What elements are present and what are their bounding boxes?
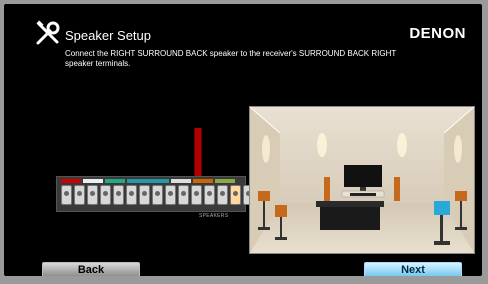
speaker-terminal	[152, 185, 163, 205]
speaker-terminal	[87, 185, 98, 205]
receiver-back-panel: SPEAKERS	[56, 176, 267, 219]
speaker-terminal	[191, 185, 202, 205]
speaker-terminal	[204, 185, 215, 205]
speaker-terminal	[61, 185, 72, 205]
speaker-terminal	[178, 185, 189, 205]
wrench-screwdriver-icon	[36, 20, 60, 45]
speaker-terminal	[165, 185, 176, 205]
speaker-terminal	[139, 185, 150, 205]
page-title: Speaker Setup	[65, 28, 152, 43]
speaker-terminal-highlighted	[230, 185, 241, 205]
speaker-terminals	[61, 185, 267, 207]
speaker-terminal	[113, 185, 124, 205]
header: Speaker Setup DENON	[4, 4, 482, 45]
next-button[interactable]: Next	[364, 262, 462, 276]
speaker-terminal	[100, 185, 111, 205]
speaker-terminal	[217, 185, 228, 205]
instruction-text: Connect the RIGHT SURROUND BACK speaker …	[65, 49, 397, 68]
back-button[interactable]: Back	[42, 262, 140, 276]
room-illustration	[249, 106, 475, 254]
speakers-terminal-label: SPEAKERS	[199, 213, 229, 219]
setup-screen: Speaker Setup DENON Connect the RIGHT SU…	[4, 4, 482, 276]
speaker-terminal	[74, 185, 85, 205]
terminal-group-strip	[61, 179, 235, 183]
brand-logo: DENON	[409, 25, 466, 42]
speaker-terminal	[126, 185, 137, 205]
